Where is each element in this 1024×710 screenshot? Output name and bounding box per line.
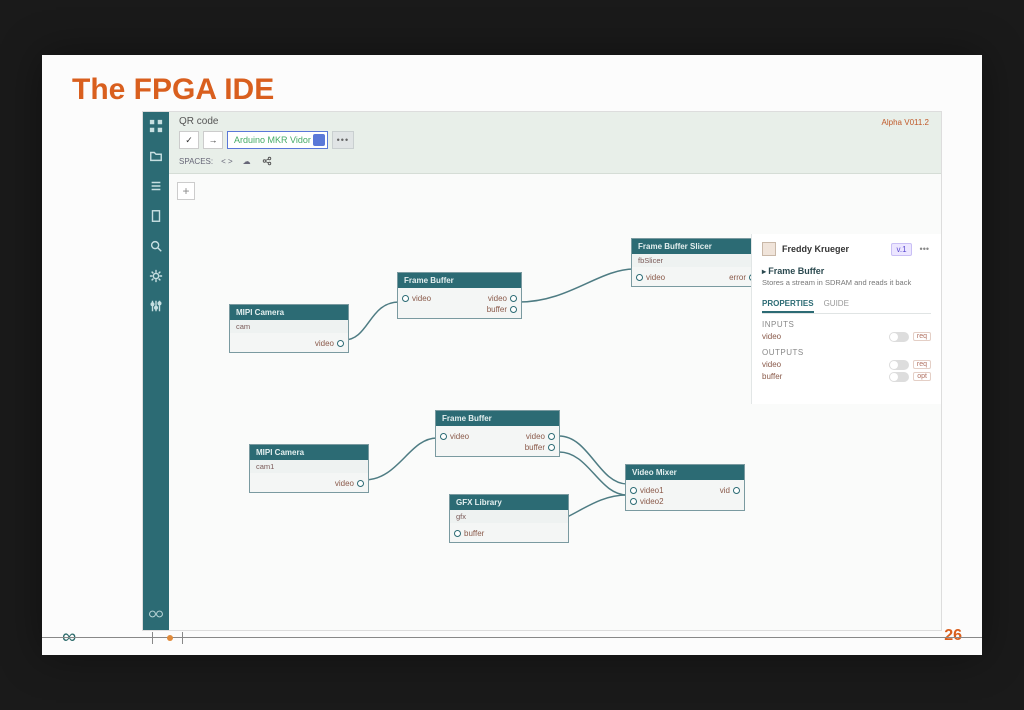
node-title: Frame Buffer Slicer (632, 239, 760, 254)
search-icon[interactable] (148, 238, 164, 254)
port-out-vid[interactable]: vid (720, 486, 740, 495)
version-tag: Alpha V011.2 (882, 118, 929, 127)
node-title: GFX Library (450, 495, 568, 510)
project-name: QR code (179, 116, 931, 127)
upload-button[interactable]: → (203, 131, 223, 149)
node-title: MIPI Camera (250, 445, 368, 460)
input-row: video req (762, 332, 931, 342)
inspector-more-button[interactable]: ••• (918, 244, 931, 254)
inputs-heading: INPUTS (762, 320, 931, 329)
presentation-slide: The FPGA IDE (42, 55, 982, 655)
port-in-video[interactable]: video (636, 273, 665, 282)
grid-icon[interactable] (148, 118, 164, 134)
node-mipi-camera-2[interactable]: MIPI Camera cam1 video (249, 444, 369, 493)
ide-window: QR code ✓ → Arduino MKR Vidor ••• Alpha … (142, 111, 942, 631)
node-frame-buffer-2[interactable]: Frame Buffer video video buffer (435, 410, 560, 457)
arduino-logo-icon (148, 606, 164, 622)
port-out-video[interactable]: video (488, 294, 517, 303)
node-instance: fbSlicer (632, 254, 760, 267)
inspector-tabs: PROPERTIES GUIDE (762, 296, 931, 314)
port-out-video[interactable]: video (335, 479, 364, 488)
ide-header: QR code ✓ → Arduino MKR Vidor ••• Alpha … (169, 112, 941, 174)
left-rail (143, 112, 169, 630)
spaces-brackets[interactable]: < > (221, 157, 233, 166)
node-frame-buffer-1[interactable]: Frame Buffer video video buffer (397, 272, 522, 319)
port-out-buffer[interactable]: buffer (454, 529, 484, 538)
inspector-panel: Freddy Krueger v.1 ••• Frame Buffer Stor… (751, 234, 941, 404)
verify-button[interactable]: ✓ (179, 131, 199, 149)
version-badge[interactable]: v.1 (891, 243, 911, 256)
tab-properties[interactable]: PROPERTIES (762, 296, 814, 313)
cloud-icon[interactable]: ☁ (241, 155, 253, 167)
node-canvas[interactable]: + MIPI Camera cam vid (169, 174, 941, 630)
inspector-description: Stores a stream in SDRAM and reads it ba… (762, 278, 931, 288)
output-row: buffer opt (762, 372, 931, 382)
node-instance: cam1 (250, 460, 368, 473)
node-title: MIPI Camera (230, 305, 348, 320)
ide-main: QR code ✓ → Arduino MKR Vidor ••• Alpha … (169, 112, 941, 630)
output-row: video req (762, 360, 931, 370)
add-node-button[interactable]: + (177, 182, 195, 200)
port-out-video[interactable]: video (526, 432, 555, 441)
port-in-video[interactable]: video (440, 432, 469, 441)
sliders-icon[interactable] (148, 298, 164, 314)
list-icon[interactable] (148, 178, 164, 194)
user-avatar (762, 242, 776, 256)
port-in-video[interactable]: video (402, 294, 431, 303)
port-out-buffer[interactable]: buffer (525, 443, 555, 452)
more-button[interactable]: ••• (332, 131, 354, 149)
inspector-section-title[interactable]: Frame Buffer (762, 266, 931, 276)
user-name: Freddy Krueger (782, 244, 849, 254)
port-in-video1[interactable]: video1 (630, 486, 664, 495)
tab-guide[interactable]: GUIDE (824, 296, 849, 313)
spaces-label: SPACES: (179, 157, 213, 166)
output-toggle[interactable] (889, 372, 909, 382)
timeline-marker (167, 635, 173, 641)
node-frame-buffer-slicer[interactable]: Frame Buffer Slicer fbSlicer video error (631, 238, 761, 287)
folder-icon[interactable] (148, 148, 164, 164)
slide-timeline (42, 637, 982, 655)
node-title: Video Mixer (626, 465, 744, 480)
node-title: Frame Buffer (436, 411, 559, 426)
node-instance: gfx (450, 510, 568, 523)
clipboard-icon[interactable] (148, 208, 164, 224)
port-out-video[interactable]: video (315, 339, 344, 348)
spaces-bar: SPACES: < > ☁ (179, 155, 931, 167)
slide-title: The FPGA IDE (42, 55, 982, 115)
node-gfx-library[interactable]: GFX Library gfx buffer (449, 494, 569, 543)
node-video-mixer[interactable]: Video Mixer video1 vid video2 (625, 464, 745, 511)
node-instance: cam (230, 320, 348, 333)
node-title: Frame Buffer (398, 273, 521, 288)
board-selector[interactable]: Arduino MKR Vidor (227, 131, 328, 149)
output-toggle[interactable] (889, 360, 909, 370)
outputs-heading: OUTPUTS (762, 348, 931, 357)
toolbar: ✓ → Arduino MKR Vidor ••• (179, 131, 931, 149)
node-mipi-camera-1[interactable]: MIPI Camera cam video (229, 304, 349, 353)
gear-icon[interactable] (148, 268, 164, 284)
input-toggle[interactable] (889, 332, 909, 342)
port-in-video2[interactable]: video2 (630, 497, 664, 506)
port-out-buffer[interactable]: buffer (487, 305, 517, 314)
share-icon[interactable] (261, 155, 273, 167)
